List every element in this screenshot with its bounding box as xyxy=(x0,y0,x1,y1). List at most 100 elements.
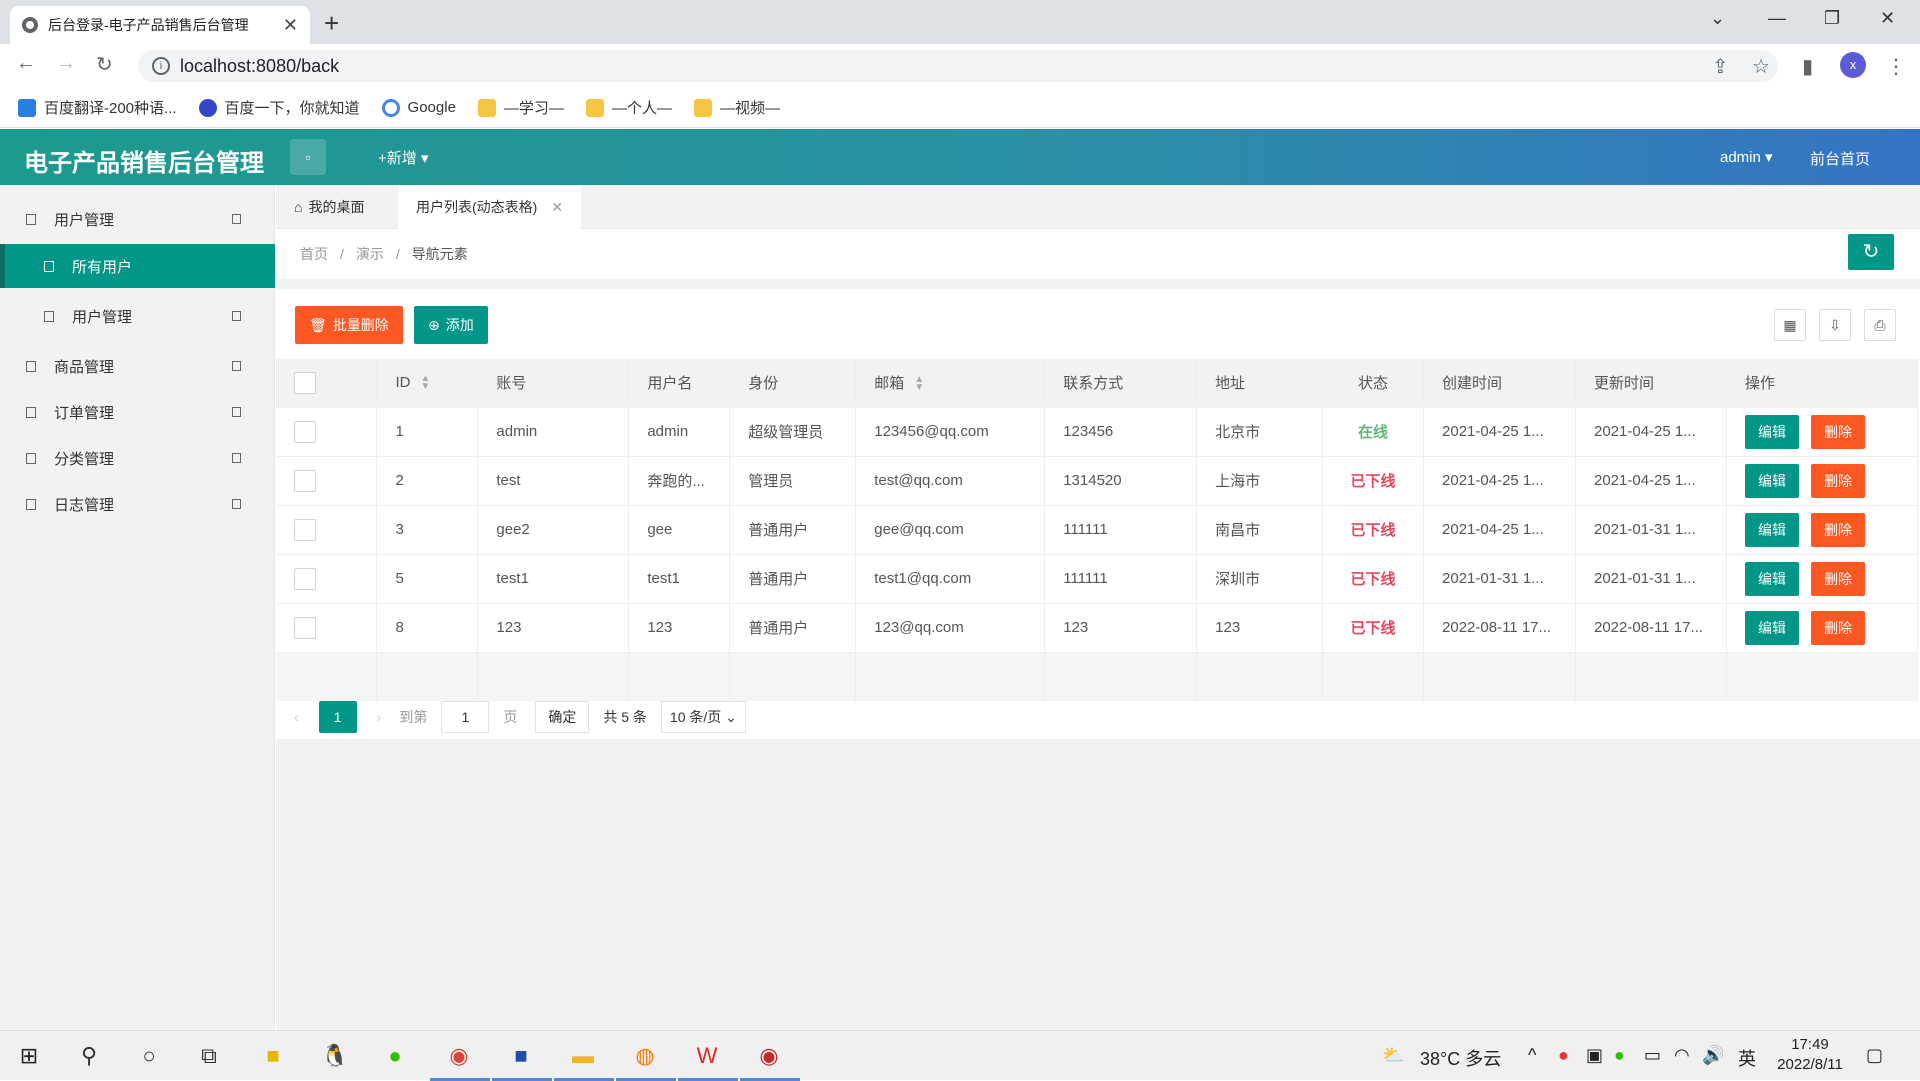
record-icon[interactable]: ● xyxy=(1558,1045,1569,1066)
sidebar-item-all-users[interactable]: 所有用户 xyxy=(0,244,275,288)
edit-button[interactable]: 编辑 xyxy=(1744,610,1799,645)
new-tab-button[interactable]: + xyxy=(324,8,339,39)
sidebar-item-user-management[interactable]: 用户管理 xyxy=(0,197,275,241)
wechat-tray-icon[interactable]: ● xyxy=(1614,1045,1625,1066)
task-view-icon[interactable]: ⧉ xyxy=(194,1041,224,1071)
bookmark-folder-personal[interactable]: —个人— xyxy=(585,97,672,118)
row-checkbox[interactable] xyxy=(294,469,316,492)
bookmark-folder-study[interactable]: —学习— xyxy=(477,97,564,118)
breadcrumb-demo[interactable]: 演示 xyxy=(356,244,384,264)
intellij-icon[interactable]: ■ xyxy=(506,1041,536,1071)
volume-icon[interactable]: 🔊 xyxy=(1702,1045,1724,1066)
export-icon[interactable]: ⇩ xyxy=(1819,309,1851,341)
breadcrumb: 首页 / 演示 / 导航元素 xyxy=(276,229,1920,279)
sidebar-item-logs[interactable]: 日志管理 xyxy=(0,482,275,526)
close-window-button[interactable]: ✕ xyxy=(1880,8,1895,29)
page-size-select[interactable]: 10 条/页 ⌄ xyxy=(660,701,746,733)
print-icon[interactable]: ⎙ xyxy=(1864,309,1896,341)
sort-icon[interactable]: ▲ ▼ xyxy=(914,375,924,393)
url-input[interactable]: i localhost:8080/back xyxy=(138,50,1778,82)
bookmark-baidu[interactable]: 百度一下，你就知道 xyxy=(198,97,360,118)
table-row: 8 123 123 普通用户 123@qq.com 123 123 已下线 20… xyxy=(276,603,1919,653)
next-page-icon[interactable]: › xyxy=(377,709,382,725)
delete-button[interactable]: 删除 xyxy=(1810,610,1865,645)
close-tab-icon[interactable]: ✕ xyxy=(283,15,298,36)
sidebar-item-user-admin[interactable]: 用户管理 xyxy=(0,294,275,338)
search-icon[interactable]: ⚲ xyxy=(74,1041,104,1071)
close-icon[interactable]: ✕ xyxy=(551,199,563,216)
profile-avatar[interactable]: x xyxy=(1840,52,1866,78)
bookmark-star-icon[interactable]: ☆ xyxy=(1752,54,1770,79)
sidebar-toggle-button[interactable]: ▫ xyxy=(290,139,326,175)
row-checkbox[interactable] xyxy=(294,420,316,443)
bookmark-baidu-translate[interactable]: 百度翻译-200种语... xyxy=(18,97,177,118)
user-menu[interactable]: admin ▾ xyxy=(1720,148,1773,166)
wifi-icon[interactable]: ◠ xyxy=(1674,1045,1690,1066)
delete-button[interactable]: 删除 xyxy=(1810,512,1865,547)
sidebar-item-orders[interactable]: 订单管理 xyxy=(0,390,275,434)
cortana-icon[interactable]: ○ xyxy=(134,1041,164,1071)
edit-button[interactable]: 编辑 xyxy=(1744,512,1799,547)
info-icon[interactable]: i xyxy=(152,57,170,75)
batch-delete-button[interactable]: 🗑 批量删除 xyxy=(295,306,403,344)
columns-filter-icon[interactable]: ▦ xyxy=(1774,309,1806,341)
maximize-button[interactable]: ❐ xyxy=(1824,8,1840,29)
row-checkbox[interactable] xyxy=(294,567,316,590)
edit-button[interactable]: 编辑 xyxy=(1744,463,1799,498)
bookmark-folder-video[interactable]: —视频— xyxy=(693,97,780,118)
tray-expand-icon[interactable]: ^ xyxy=(1528,1045,1536,1066)
col-id[interactable]: ID ▲ ▼ xyxy=(376,359,479,408)
sticky-notes-icon[interactable]: ■ xyxy=(258,1041,288,1071)
row-checkbox[interactable] xyxy=(294,616,316,639)
weather-text[interactable]: 38°C 多云 xyxy=(1420,1045,1501,1071)
notification-icon[interactable]: ▢ xyxy=(1866,1045,1883,1066)
select-all-checkbox[interactable] xyxy=(294,371,316,394)
tab-user-list[interactable]: 用户列表(动态表格) ✕ xyxy=(398,185,582,229)
breadcrumb-home[interactable]: 首页 xyxy=(300,244,328,264)
refresh-button[interactable]: ↻ xyxy=(1848,234,1894,270)
menu-icon xyxy=(26,360,36,372)
prev-page-icon[interactable]: ‹ xyxy=(294,709,299,725)
menu-icon[interactable]: ⋮ xyxy=(1886,54,1906,79)
chrome-icon[interactable]: ◉ xyxy=(444,1041,474,1071)
add-button[interactable]: ⊕ 添加 xyxy=(414,306,488,344)
tab-search-icon[interactable]: ⌄ xyxy=(1710,8,1725,29)
tray-app-icon[interactable]: ▣ xyxy=(1586,1045,1603,1066)
clock[interactable]: 17:49 2022/8/11 xyxy=(1770,1035,1850,1075)
minimize-button[interactable]: — xyxy=(1768,8,1786,29)
goto-confirm-button[interactable]: 确定 xyxy=(535,701,590,733)
windows-start-icon[interactable]: ⊞ xyxy=(14,1041,44,1071)
sidebar-item-categories[interactable]: 分类管理 xyxy=(0,436,275,480)
recorder-icon[interactable]: ◉ xyxy=(754,1041,784,1071)
col-email[interactable]: 邮箱 ▲ ▼ xyxy=(855,359,1046,408)
front-home-link[interactable]: 前台首页 xyxy=(1810,148,1870,169)
sidebar-item-products[interactable]: 商品管理 xyxy=(0,344,275,388)
browser-tab[interactable]: 后台登录-电子产品销售后台管理 ✕ xyxy=(10,6,310,44)
add-new-menu[interactable]: +新增 ▾ xyxy=(378,147,428,168)
qq-icon[interactable]: 🐧 xyxy=(320,1041,350,1071)
wps-icon[interactable]: W xyxy=(692,1041,722,1071)
delete-button[interactable]: 删除 xyxy=(1810,463,1865,498)
edit-button[interactable]: 编辑 xyxy=(1744,414,1799,449)
sidepanel-icon[interactable]: ▮ xyxy=(1802,54,1813,79)
delete-button[interactable]: 删除 xyxy=(1810,561,1865,596)
edit-button[interactable]: 编辑 xyxy=(1744,561,1799,596)
row-checkbox[interactable] xyxy=(294,518,316,541)
ime-indicator[interactable]: 英 xyxy=(1738,1045,1756,1071)
file-explorer-icon[interactable]: ▬ xyxy=(568,1041,598,1071)
sort-icon[interactable]: ▲ ▼ xyxy=(420,374,430,392)
app-icon[interactable]: ◍ xyxy=(630,1041,660,1071)
forward-icon[interactable]: → xyxy=(56,52,76,75)
tab-desktop[interactable]: ⌂ 我的桌面 xyxy=(276,185,382,229)
reload-icon[interactable]: ↻ xyxy=(96,52,113,77)
cell-phone: 123 xyxy=(1044,603,1198,653)
cell-email: test@qq.com xyxy=(855,456,1046,506)
back-icon[interactable]: ← xyxy=(16,52,36,75)
share-icon[interactable]: ⇪ xyxy=(1712,54,1729,79)
wechat-icon[interactable]: ● xyxy=(380,1041,410,1071)
battery-icon[interactable]: ▭ xyxy=(1644,1045,1661,1066)
delete-button[interactable]: 删除 xyxy=(1810,414,1865,449)
goto-page-input[interactable]: 1 xyxy=(441,701,490,733)
page-current[interactable]: 1 xyxy=(318,701,357,733)
bookmark-google[interactable]: Google xyxy=(381,98,456,117)
